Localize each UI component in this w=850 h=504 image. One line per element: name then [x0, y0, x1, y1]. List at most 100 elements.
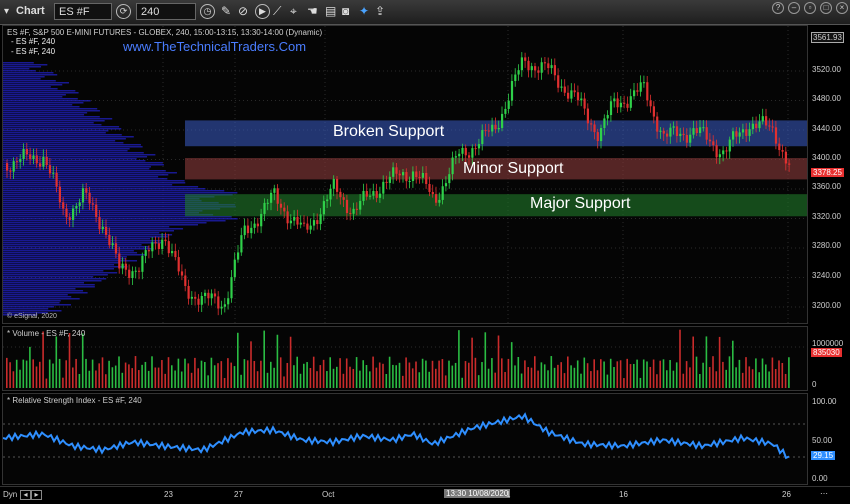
volume-bar — [398, 362, 401, 388]
chart-menu-icon[interactable]: ▾ — [4, 3, 9, 20]
candle-body — [88, 192, 91, 204]
help-icon[interactable]: ? — [772, 2, 784, 14]
price-chart[interactable] — [3, 26, 807, 323]
candle-body — [81, 188, 85, 203]
volume-bar — [421, 358, 424, 388]
tag-icon[interactable]: ⌖ — [290, 3, 297, 20]
candle-body — [699, 127, 702, 134]
symbol-field[interactable]: ES #F — [54, 3, 112, 20]
volume-bar — [250, 341, 252, 388]
time-label-16: 16 — [619, 490, 628, 499]
scroll-right-icon[interactable]: ▸ — [31, 490, 42, 500]
candle-body — [362, 190, 365, 201]
volume-bar — [520, 373, 523, 388]
brush-icon[interactable]: ⟋ — [273, 3, 281, 20]
candle-body — [98, 217, 101, 230]
volume-bar — [190, 372, 193, 388]
volume-axis[interactable]: 1000000 835030 0 — [808, 326, 850, 391]
volume-bar — [237, 332, 239, 388]
volume-profile-bar — [3, 92, 79, 94]
minimize-icon[interactable]: – — [788, 2, 800, 14]
print-icon[interactable]: ▤ — [325, 3, 336, 20]
volume-bar — [669, 360, 671, 388]
volume-profile-bar — [3, 148, 130, 150]
candle-body — [781, 150, 784, 152]
twitter-icon[interactable]: ✦ — [359, 3, 369, 20]
volume-bar — [194, 357, 196, 388]
candle-body — [128, 269, 131, 278]
clock-icon[interactable]: ◷ — [200, 4, 215, 19]
candle-body — [256, 223, 259, 227]
volume-profile-bar — [3, 230, 175, 232]
candle-body — [649, 100, 652, 107]
volume-bar — [715, 371, 718, 388]
camera-icon[interactable]: ◙ — [342, 3, 349, 20]
play-icon[interactable]: ▶ — [255, 4, 270, 19]
volume-profile-bar — [3, 142, 124, 144]
rsi-chart[interactable] — [3, 394, 807, 484]
volume-bar — [220, 361, 223, 388]
pencil-icon[interactable]: ✎ — [221, 3, 231, 20]
volume-bar — [19, 369, 21, 388]
candle-body — [606, 115, 609, 119]
rsi-panel[interactable]: * Relative Strength Index - ES #F, 240 — [2, 393, 808, 485]
maximize-icon[interactable]: □ — [820, 2, 832, 14]
volume-bar — [72, 367, 74, 388]
volume-chart[interactable] — [3, 327, 807, 390]
candle-body — [626, 103, 629, 108]
candle-body — [204, 292, 207, 296]
volume-profile-bar — [3, 272, 118, 274]
volume-profile-bar — [3, 268, 115, 270]
close-icon[interactable]: × — [836, 2, 848, 14]
scroll-left-icon[interactable]: ◂ — [20, 490, 31, 500]
volume-bar — [444, 375, 447, 388]
time-cursor-label: 13:30 10/08/2020 — [444, 489, 511, 498]
volume-bar — [590, 371, 592, 388]
rsi-tick-50: 50.00 — [812, 436, 833, 445]
volume-bar — [180, 371, 183, 388]
volume-bar — [62, 377, 64, 388]
volume-profile-bar — [3, 222, 207, 224]
candle-body — [299, 222, 302, 225]
candle-body — [22, 148, 25, 160]
candle-body — [246, 225, 250, 234]
candle-body — [180, 271, 184, 276]
candle-body — [689, 134, 692, 143]
price-panel[interactable]: ES #F, S&P 500 E-MINI FUTURES - GLOBEX, … — [2, 25, 808, 324]
candle-body — [708, 139, 712, 142]
candle-body — [504, 108, 507, 114]
candle-body — [190, 296, 193, 299]
restore-icon[interactable]: ▫ — [804, 2, 816, 14]
dyn-label: Dyn — [3, 490, 18, 499]
symbol-link-icon[interactable]: ⟳ — [116, 4, 131, 19]
volume-bar — [534, 356, 536, 388]
time-axis[interactable]: Dyn ◂ ▸ 23 27 Oct 13:30 10/08/2020 1 16 … — [0, 486, 850, 504]
candle-body — [732, 131, 735, 140]
volume-bar — [702, 362, 704, 388]
interval-field[interactable]: 240 — [136, 3, 196, 20]
candle-body — [613, 98, 616, 102]
candle-body — [279, 203, 283, 208]
volume-profile-bar — [3, 270, 104, 272]
price-tick-9: 3200.00 — [812, 301, 841, 310]
volume-bar — [213, 365, 216, 388]
candle-body — [72, 208, 75, 220]
volume-bar — [708, 367, 711, 388]
volume-tick-top: 1000000 — [812, 339, 844, 348]
cursor-link-icon[interactable]: ⊘ — [238, 3, 248, 20]
volume-panel[interactable]: * Volume - ES #F, 240 — [2, 326, 808, 391]
rsi-axis[interactable]: 100.00 50.00 29.15 0.00 — [808, 393, 850, 485]
time-axis-menu-icon[interactable]: ⋯ — [820, 489, 828, 498]
volume-bar — [6, 357, 8, 388]
volume-bar — [42, 331, 44, 388]
candle-body — [118, 253, 121, 269]
volume-bar — [402, 375, 404, 388]
volume-bar — [774, 369, 777, 388]
share-icon[interactable]: ⇪ — [375, 3, 385, 20]
price-axis[interactable]: 3561.93 3520.00 3480.00 3440.00 3400.00 … — [808, 25, 850, 324]
hand-icon[interactable]: ☚ — [307, 3, 318, 20]
candle-body — [435, 194, 438, 203]
volume-profile-bar — [3, 302, 60, 304]
volume-bar — [524, 360, 526, 388]
volume-bar — [758, 372, 760, 388]
